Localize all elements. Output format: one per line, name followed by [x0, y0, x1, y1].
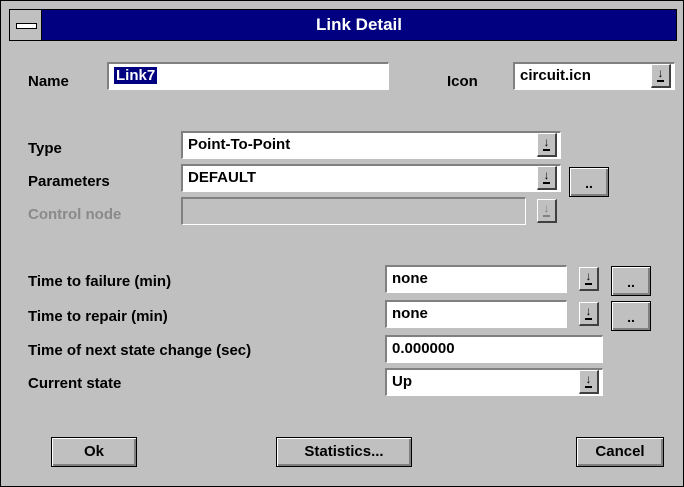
current-state-label: Current state	[28, 375, 122, 392]
icon-dropdown-icon[interactable]: ↓	[651, 64, 671, 88]
time-to-failure-select[interactable]: none	[385, 265, 567, 293]
system-menu-icon[interactable]	[10, 10, 42, 40]
control-node-field	[181, 197, 526, 225]
cancel-button[interactable]: Cancel	[576, 437, 664, 467]
statistics-button-label: Statistics...	[304, 443, 384, 460]
control-node-dropdown-icon: ↓	[537, 199, 557, 223]
time-to-failure-dropdown-icon[interactable]: ↓	[579, 267, 599, 291]
title-bar: Link Detail	[9, 9, 677, 41]
link-detail-dialog: Link Detail Name Link7 Icon circuit.icn …	[0, 0, 684, 487]
parameters-select-value: DEFAULT	[188, 169, 257, 186]
next-state-change-label: Time of next state change (sec)	[28, 342, 252, 359]
type-select[interactable]: Point-To-Point	[181, 131, 561, 159]
window-title: Link Detail	[316, 15, 402, 34]
icon-label: Icon	[447, 73, 478, 90]
time-to-failure-label: Time to failure (min)	[28, 273, 172, 290]
ok-button-label: Ok	[83, 443, 104, 460]
parameters-select[interactable]: DEFAULT	[181, 164, 561, 192]
type-select-value: Point-To-Point	[188, 136, 291, 153]
next-state-change-field[interactable]: 0.000000	[385, 335, 603, 363]
current-state-value: Up	[392, 373, 412, 390]
time-to-repair-value: none	[392, 305, 428, 322]
statistics-button[interactable]: Statistics...	[276, 437, 412, 467]
parameters-label: Parameters	[28, 173, 110, 190]
time-to-repair-select[interactable]: none	[385, 300, 567, 328]
parameters-dropdown-icon[interactable]: ↓	[537, 166, 557, 190]
type-label: Type	[28, 140, 62, 157]
current-state-select[interactable]: Up	[385, 368, 603, 396]
name-label: Name	[28, 73, 69, 90]
parameters-more-button[interactable]: ..	[569, 167, 609, 197]
time-to-repair-label: Time to repair (min)	[28, 308, 168, 325]
icon-select-value: circuit.icn	[520, 67, 591, 84]
cancel-button-label: Cancel	[595, 443, 645, 460]
control-node-label: Control node	[28, 206, 122, 223]
name-field[interactable]: Link7	[107, 62, 389, 90]
current-state-dropdown-icon[interactable]: ↓	[579, 370, 599, 394]
time-to-repair-more-button[interactable]: ..	[611, 301, 651, 331]
time-to-failure-value: none	[392, 270, 428, 287]
time-to-repair-dropdown-icon[interactable]: ↓	[579, 302, 599, 326]
type-dropdown-icon[interactable]: ↓	[537, 133, 557, 157]
next-state-change-value: 0.000000	[392, 340, 455, 357]
name-value: Link7	[114, 67, 158, 84]
time-to-failure-more-button[interactable]: ..	[611, 266, 651, 296]
ok-button[interactable]: Ok	[51, 437, 137, 467]
